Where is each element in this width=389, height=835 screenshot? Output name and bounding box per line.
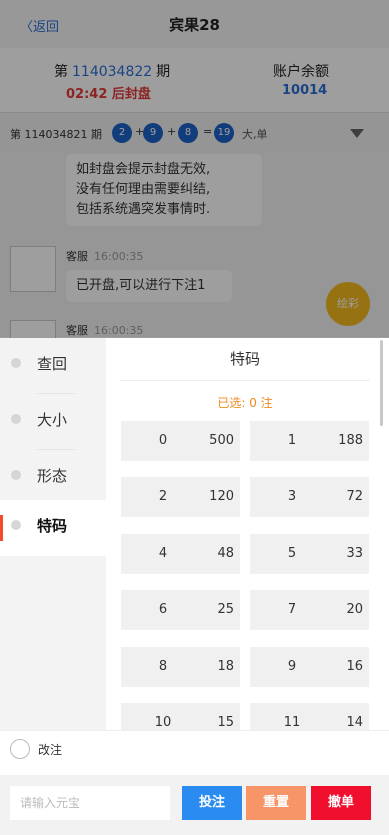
dot-icon	[11, 358, 21, 368]
option-odds: 15	[217, 715, 234, 730]
option-number: 2	[158, 489, 168, 504]
bet-option[interactable]: 0 500	[121, 421, 240, 461]
bet-button[interactable]: 投注	[182, 786, 242, 820]
modify-bet-radio[interactable]	[10, 739, 30, 759]
option-number: 0	[158, 433, 168, 448]
option-odds: 25	[217, 602, 234, 617]
option-odds: 120	[209, 489, 234, 504]
option-number: 7	[287, 602, 297, 617]
bet-option[interactable]: 6 25	[121, 590, 240, 630]
category-item[interactable]: 查回	[0, 338, 106, 394]
option-odds: 72	[346, 489, 363, 504]
option-odds: 16	[346, 659, 363, 674]
option-odds: 48	[217, 546, 234, 561]
amount-input[interactable]	[10, 786, 170, 820]
dot-icon	[11, 470, 21, 480]
modify-bet-row: 改注	[0, 730, 389, 768]
option-number: 4	[158, 546, 168, 561]
option-number: 6	[158, 602, 168, 617]
cancel-order-button[interactable]: 撤单	[311, 786, 371, 820]
category-item-active[interactable]: 特码	[0, 500, 106, 556]
bet-option[interactable]: 8 18	[121, 647, 240, 687]
selected-count: 已选: 0 注	[217, 396, 273, 410]
app-screen: 〈返回 宾果28 第 114034822 期 02:42 后封盘 账户余额 1001…	[0, 0, 389, 835]
modal-backdrop[interactable]	[0, 0, 389, 340]
option-odds: 18	[217, 659, 234, 674]
bet-option[interactable]: 9 16	[250, 647, 369, 687]
option-number: 1	[287, 433, 297, 448]
option-odds: 188	[338, 433, 363, 448]
dot-icon	[11, 520, 21, 530]
option-odds: 14	[346, 715, 363, 730]
scrollbar[interactable]	[380, 340, 383, 426]
bet-option[interactable]: 11 14	[250, 703, 369, 730]
bet-option[interactable]: 4 48	[121, 534, 240, 574]
option-number: 11	[283, 715, 301, 730]
option-number: 8	[158, 659, 168, 674]
category-sidebar: 查回 大小 形态 特码	[0, 338, 106, 730]
active-indicator	[0, 515, 3, 541]
bet-option[interactable]: 10 15	[121, 703, 240, 730]
option-odds: 20	[346, 602, 363, 617]
panel-title: 特码	[229, 350, 260, 368]
category-label: 特码	[37, 517, 68, 535]
modify-bet-label[interactable]: 改注	[38, 741, 62, 758]
bet-option[interactable]: 2 120	[121, 477, 240, 517]
divider	[120, 380, 370, 381]
option-number: 10	[154, 715, 172, 730]
bet-option[interactable]: 5 33	[250, 534, 369, 574]
option-number: 9	[287, 659, 297, 674]
dot-icon	[11, 414, 21, 424]
bet-option[interactable]: 3 72	[250, 477, 369, 517]
options-panel: 特码 已选: 0 注 0 500 1 188 2 120 3 72 4 48 5 33 62…	[106, 338, 389, 730]
category-label: 查回	[37, 355, 68, 373]
bet-option[interactable]: 1 188	[250, 421, 369, 461]
category-label: 大小	[37, 411, 68, 429]
category-label: 形态	[37, 467, 68, 485]
category-item[interactable]: 形态	[0, 450, 106, 506]
bet-option[interactable]: 7 20	[250, 590, 369, 630]
option-number: 3	[287, 489, 297, 504]
option-odds: 33	[346, 546, 363, 561]
action-bar: 投注 重置 撤单	[0, 775, 389, 835]
option-number: 5	[287, 546, 297, 561]
reset-button[interactable]: 重置	[246, 786, 306, 820]
bet-sheet: 查回 大小 形态 特码 特码 已选: 0 注 0 500 1 188 2 120…	[0, 338, 389, 835]
category-item[interactable]: 大小	[0, 394, 106, 450]
option-odds: 500	[209, 433, 234, 448]
